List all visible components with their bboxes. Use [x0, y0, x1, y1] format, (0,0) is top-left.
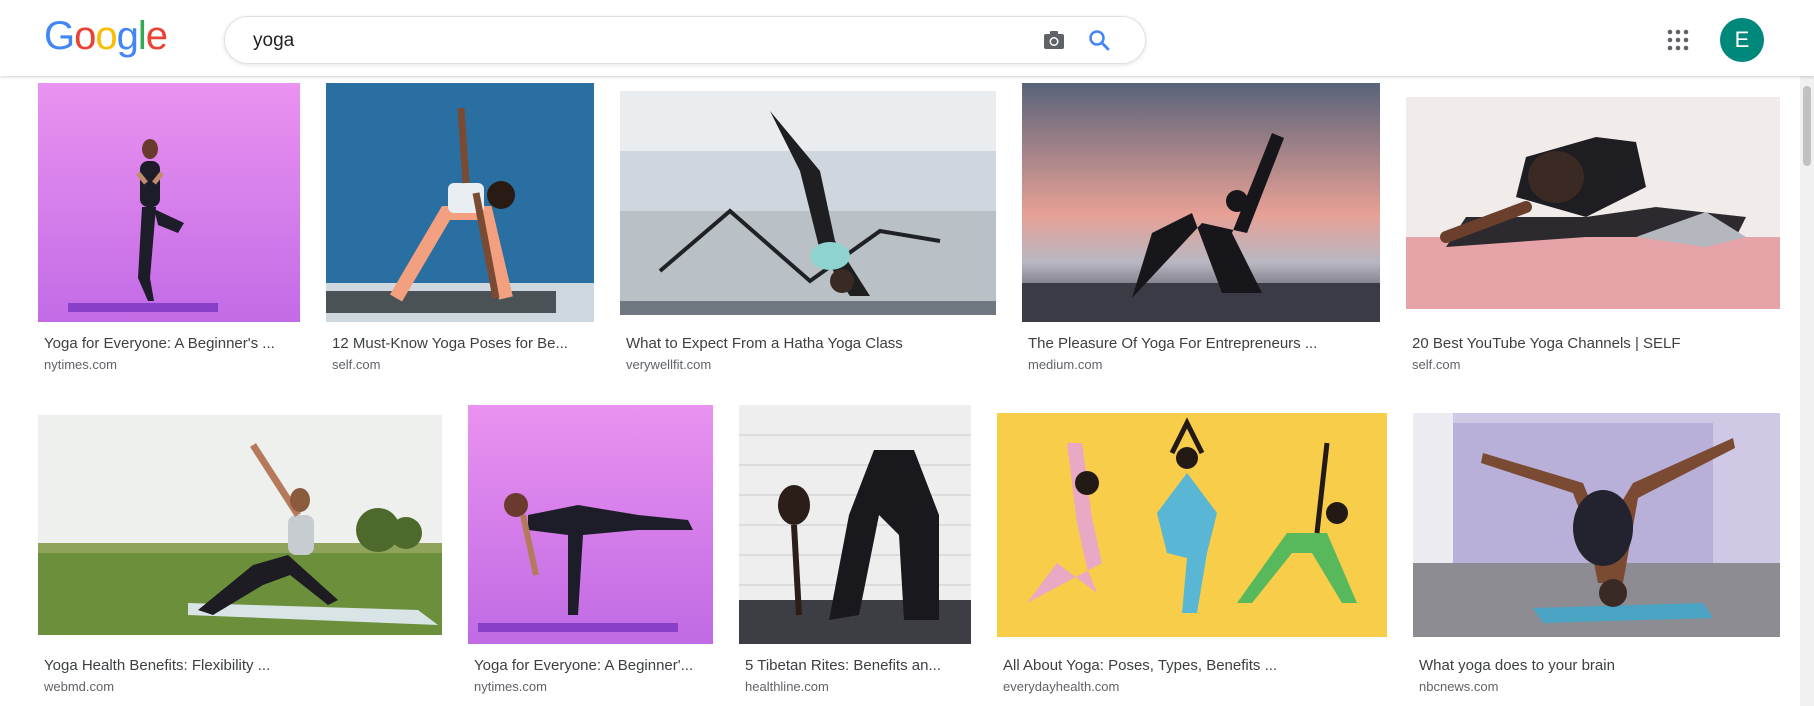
logo-letter: o: [95, 14, 117, 58]
result-image[interactable]: [620, 91, 996, 315]
result-source[interactable]: verywellfit.com: [626, 357, 711, 372]
google-logo[interactable]: Google: [44, 14, 168, 59]
result-image[interactable]: [1022, 83, 1380, 322]
result-caption[interactable]: Yoga for Everyone: A Beginner's ...: [44, 335, 300, 352]
result-caption[interactable]: The Pleasure Of Yoga For Entrepreneurs .…: [1028, 335, 1378, 352]
result-caption[interactable]: 12 Must-Know Yoga Poses for Be...: [332, 335, 594, 352]
result-source[interactable]: healthline.com: [745, 679, 829, 694]
search-icon[interactable]: [1087, 28, 1111, 52]
scrollbar-thumb[interactable]: [1803, 86, 1811, 166]
result-image[interactable]: [468, 405, 713, 644]
result-source[interactable]: everydayhealth.com: [1003, 679, 1119, 694]
logo-letter: e: [145, 14, 168, 58]
result-source[interactable]: nytimes.com: [474, 679, 547, 694]
logo-letter: l: [137, 14, 147, 58]
result-source[interactable]: medium.com: [1028, 357, 1102, 372]
camera-icon[interactable]: [1043, 30, 1065, 50]
result-caption[interactable]: 5 Tibetan Rites: Benefits an...: [745, 657, 971, 674]
top-header: Google E: [0, 0, 1814, 76]
logo-letter: o: [74, 14, 96, 58]
result-caption[interactable]: Yoga for Everyone: A Beginner'...: [474, 657, 713, 674]
result-image[interactable]: [38, 83, 300, 322]
account-avatar[interactable]: E: [1720, 18, 1764, 62]
result-image[interactable]: [1413, 413, 1780, 637]
apps-grid-icon[interactable]: [1666, 28, 1690, 52]
result-image[interactable]: [326, 83, 594, 322]
logo-letter: G: [44, 14, 75, 58]
result-caption[interactable]: 20 Best YouTube Yoga Channels | SELF: [1412, 335, 1780, 352]
result-source[interactable]: nytimes.com: [44, 357, 117, 372]
result-source[interactable]: self.com: [1412, 357, 1460, 372]
result-source[interactable]: webmd.com: [44, 679, 114, 694]
result-source[interactable]: self.com: [332, 357, 380, 372]
logo-letter: g: [116, 14, 139, 58]
result-image[interactable]: [739, 405, 971, 644]
result-image[interactable]: [997, 413, 1387, 637]
result-source[interactable]: nbcnews.com: [1419, 679, 1498, 694]
result-image[interactable]: [1406, 97, 1780, 309]
result-caption[interactable]: What to Expect From a Hatha Yoga Class: [626, 335, 996, 352]
result-caption[interactable]: What yoga does to your brain: [1419, 657, 1780, 674]
vertical-scrollbar[interactable]: [1800, 76, 1814, 706]
search-box[interactable]: [224, 16, 1146, 64]
search-input[interactable]: [251, 27, 1015, 55]
result-caption[interactable]: Yoga Health Benefits: Flexibility ...: [44, 657, 442, 674]
result-image[interactable]: [38, 415, 442, 635]
result-caption[interactable]: All About Yoga: Poses, Types, Benefits .…: [1003, 657, 1387, 674]
